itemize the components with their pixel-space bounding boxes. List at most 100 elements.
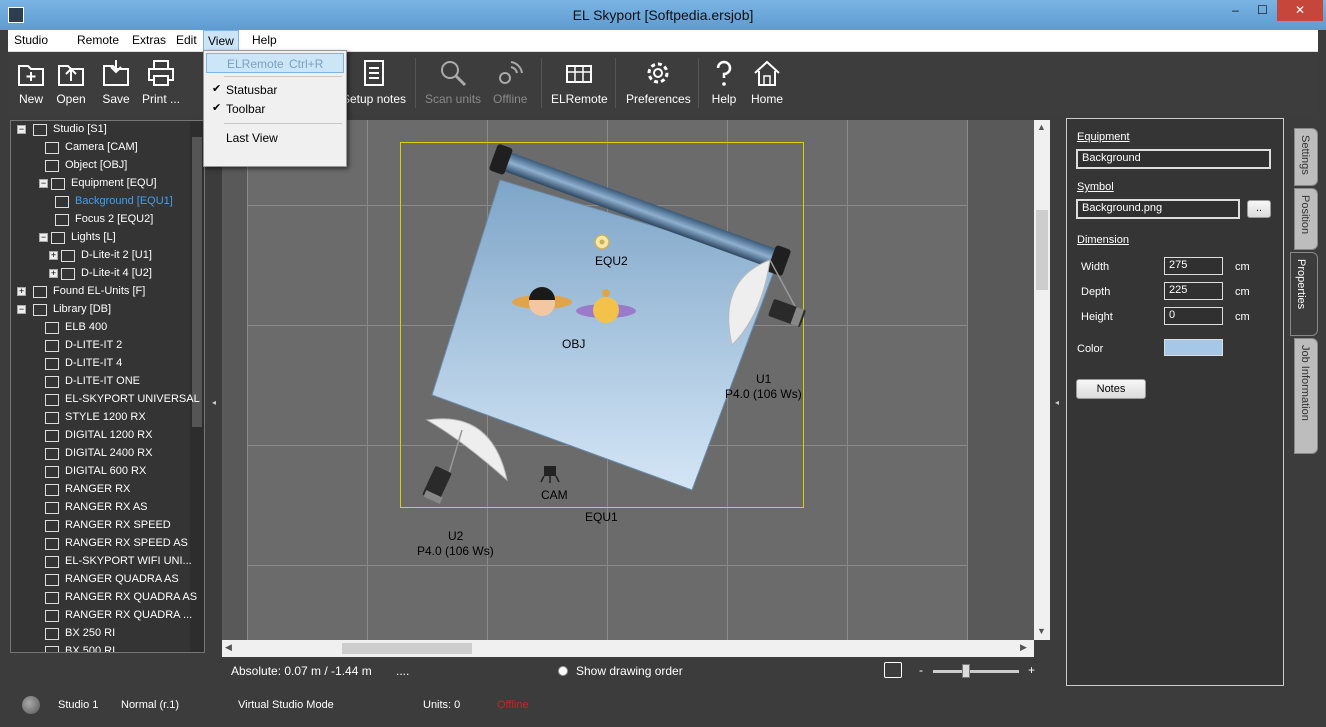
scroll-left-icon[interactable]: ◀ xyxy=(225,642,232,653)
collapse-icon[interactable]: − xyxy=(17,125,26,134)
tab-properties[interactable]: Properties xyxy=(1290,252,1318,336)
view-menu-toolbar[interactable]: ✔ Toolbar xyxy=(206,99,344,119)
expand-icon[interactable]: + xyxy=(17,287,26,296)
studio-canvas[interactable]: EQU2 OBJ U1 P4.0 (106 Ws) CAM EQU1 U2 P4… xyxy=(222,120,1034,640)
tree-item[interactable]: BX 500 RI xyxy=(11,644,191,652)
tree-item[interactable]: Background [EQU1] xyxy=(11,194,191,212)
canvas-horizontal-scrollbar[interactable]: ◀ ▶ xyxy=(222,640,1034,657)
scan-units-button[interactable]: Scan units xyxy=(425,58,481,106)
notes-button[interactable]: Notes xyxy=(1076,379,1146,399)
tab-job-information[interactable]: Job Information xyxy=(1294,338,1318,454)
camera-marker[interactable] xyxy=(540,466,560,483)
focus-marker[interactable] xyxy=(594,234,610,250)
tree-scrollbar[interactable] xyxy=(190,121,204,652)
setup-notes-button[interactable]: Setup notes xyxy=(342,58,406,106)
tab-properties-label: Properties xyxy=(1295,259,1307,310)
collapse-icon[interactable]: − xyxy=(17,305,26,314)
title-bar: EL Skyport [Softpedia.ersjob] – ☐ ✕ xyxy=(0,0,1326,30)
tab-settings[interactable]: Settings xyxy=(1294,128,1318,186)
scroll-up-icon[interactable]: ▲ xyxy=(1037,122,1046,132)
expand-icon[interactable]: + xyxy=(49,251,58,260)
height-unit: cm xyxy=(1235,311,1250,323)
tree-scrollbar-thumb[interactable] xyxy=(192,137,202,427)
minimize-button[interactable]: – xyxy=(1222,0,1249,21)
tree-item[interactable]: D-LITE-IT 2 xyxy=(11,338,191,356)
close-button[interactable]: ✕ xyxy=(1277,0,1323,21)
canvas-hscroll-thumb[interactable] xyxy=(342,643,472,654)
menu-remote[interactable]: Remote xyxy=(77,33,119,47)
tree-item[interactable]: RANGER RX QUADRA ... xyxy=(11,608,192,626)
open-button[interactable]: Open xyxy=(56,58,86,106)
color-swatch[interactable] xyxy=(1164,339,1223,356)
tree-item[interactable]: EL-SKYPORT WIFI UNI... xyxy=(11,554,192,572)
tree-item[interactable]: + D-Lite-it 4 [U2] xyxy=(11,266,191,284)
width-field[interactable]: 275 xyxy=(1164,257,1223,275)
folder-icon xyxy=(51,232,65,244)
tree-item[interactable]: Focus 2 [EQU2] xyxy=(11,212,191,230)
tree-item[interactable]: RANGER RX AS xyxy=(11,500,191,518)
tab-position[interactable]: Position xyxy=(1294,188,1318,250)
tree-item[interactable]: RANGER RX xyxy=(11,482,191,500)
home-button[interactable]: Home xyxy=(751,58,783,106)
expand-icon[interactable]: + xyxy=(49,269,58,278)
zoom-slider-handle[interactable] xyxy=(962,664,970,678)
tree-item[interactable]: DIGITAL 600 RX xyxy=(11,464,191,482)
equipment-field[interactable]: Background xyxy=(1076,149,1271,169)
drawing-order-radio[interactable] xyxy=(558,666,568,676)
zoom-in-button[interactable]: + xyxy=(1028,663,1035,677)
tree-item[interactable]: − Lights [L] xyxy=(11,230,191,248)
canvas-vertical-scrollbar[interactable]: ▲ ▼ xyxy=(1034,120,1050,640)
offline-button[interactable]: Offline xyxy=(493,58,527,106)
symbol-browse-button[interactable]: .. xyxy=(1247,200,1271,218)
collapse-icon[interactable]: − xyxy=(39,233,48,242)
menu-help[interactable]: Help xyxy=(252,33,277,47)
tree-item[interactable]: D-LITE-IT 4 xyxy=(11,356,191,374)
preferences-button[interactable]: Preferences xyxy=(626,58,691,106)
tree-item[interactable]: − Library [DB] xyxy=(11,302,191,320)
scroll-right-icon[interactable]: ▶ xyxy=(1020,642,1027,653)
zoom-slider[interactable] xyxy=(933,670,1019,673)
symbol-field[interactable]: Background.png xyxy=(1076,199,1240,219)
collapse-right-arrow[interactable]: ◂ xyxy=(1055,398,1059,407)
tree-item[interactable]: D-LITE-IT ONE xyxy=(11,374,191,392)
help-button[interactable]: Help xyxy=(709,58,739,106)
tree-item[interactable]: + Found EL-Units [F] xyxy=(11,284,191,302)
view-menu-statusbar[interactable]: ✔ Statusbar xyxy=(206,80,344,100)
collapse-icon[interactable]: − xyxy=(39,179,48,188)
canvas-vscroll-thumb[interactable] xyxy=(1036,210,1048,290)
tree-item[interactable]: DIGITAL 1200 RX xyxy=(11,428,191,446)
fit-view-icon[interactable] xyxy=(884,662,902,678)
tree-item[interactable]: + D-Lite-it 2 [U1] xyxy=(11,248,191,266)
tree-item[interactable]: − Equipment [EQU] xyxy=(11,176,191,194)
menu-view[interactable]: View xyxy=(203,30,239,51)
depth-field[interactable]: 225 xyxy=(1164,282,1223,300)
tree-item[interactable]: BX 250 RI xyxy=(11,626,191,644)
zoom-out-button[interactable]: - xyxy=(919,663,923,677)
tree-item[interactable]: RANGER RX SPEED xyxy=(11,518,191,536)
maximize-button[interactable]: ☐ xyxy=(1249,0,1276,21)
tree-item[interactable]: ELB 400 xyxy=(11,320,191,338)
tree-item[interactable]: STYLE 1200 RX xyxy=(11,410,191,428)
tree-item[interactable]: RANGER RX QUADRA AS xyxy=(11,590,197,608)
tree-item[interactable]: RANGER RX SPEED AS xyxy=(11,536,191,554)
tree-item[interactable]: Object [OBJ] xyxy=(11,158,191,176)
elremote-button[interactable]: ELRemote xyxy=(551,58,608,106)
tree-item[interactable]: DIGITAL 2400 RX xyxy=(11,446,191,464)
tree-item[interactable]: − Studio [S1] xyxy=(11,122,191,140)
new-button[interactable]: New xyxy=(16,58,46,106)
tree-item[interactable]: RANGER QUADRA AS xyxy=(11,572,191,590)
light-u2[interactable] xyxy=(422,418,508,505)
view-menu-elremote[interactable]: ELRemote Ctrl+R xyxy=(206,53,344,73)
obj-label: OBJ xyxy=(562,337,586,351)
print-button[interactable]: Print ... xyxy=(142,58,180,106)
scroll-down-icon[interactable]: ▼ xyxy=(1037,626,1046,636)
tree-item[interactable]: Camera [CAM] xyxy=(11,140,191,158)
save-button[interactable]: Save xyxy=(101,58,131,106)
menu-studio[interactable]: Studio xyxy=(14,33,48,47)
menu-extras[interactable]: Extras xyxy=(132,33,166,47)
view-menu-last-view[interactable]: Last View xyxy=(206,128,344,148)
collapse-left-arrow[interactable]: ◂ xyxy=(212,398,216,407)
height-field[interactable]: 0 xyxy=(1164,307,1223,325)
menu-edit[interactable]: Edit xyxy=(176,33,197,47)
tree-item[interactable]: EL-SKYPORT UNIVERSAL xyxy=(11,392,200,410)
